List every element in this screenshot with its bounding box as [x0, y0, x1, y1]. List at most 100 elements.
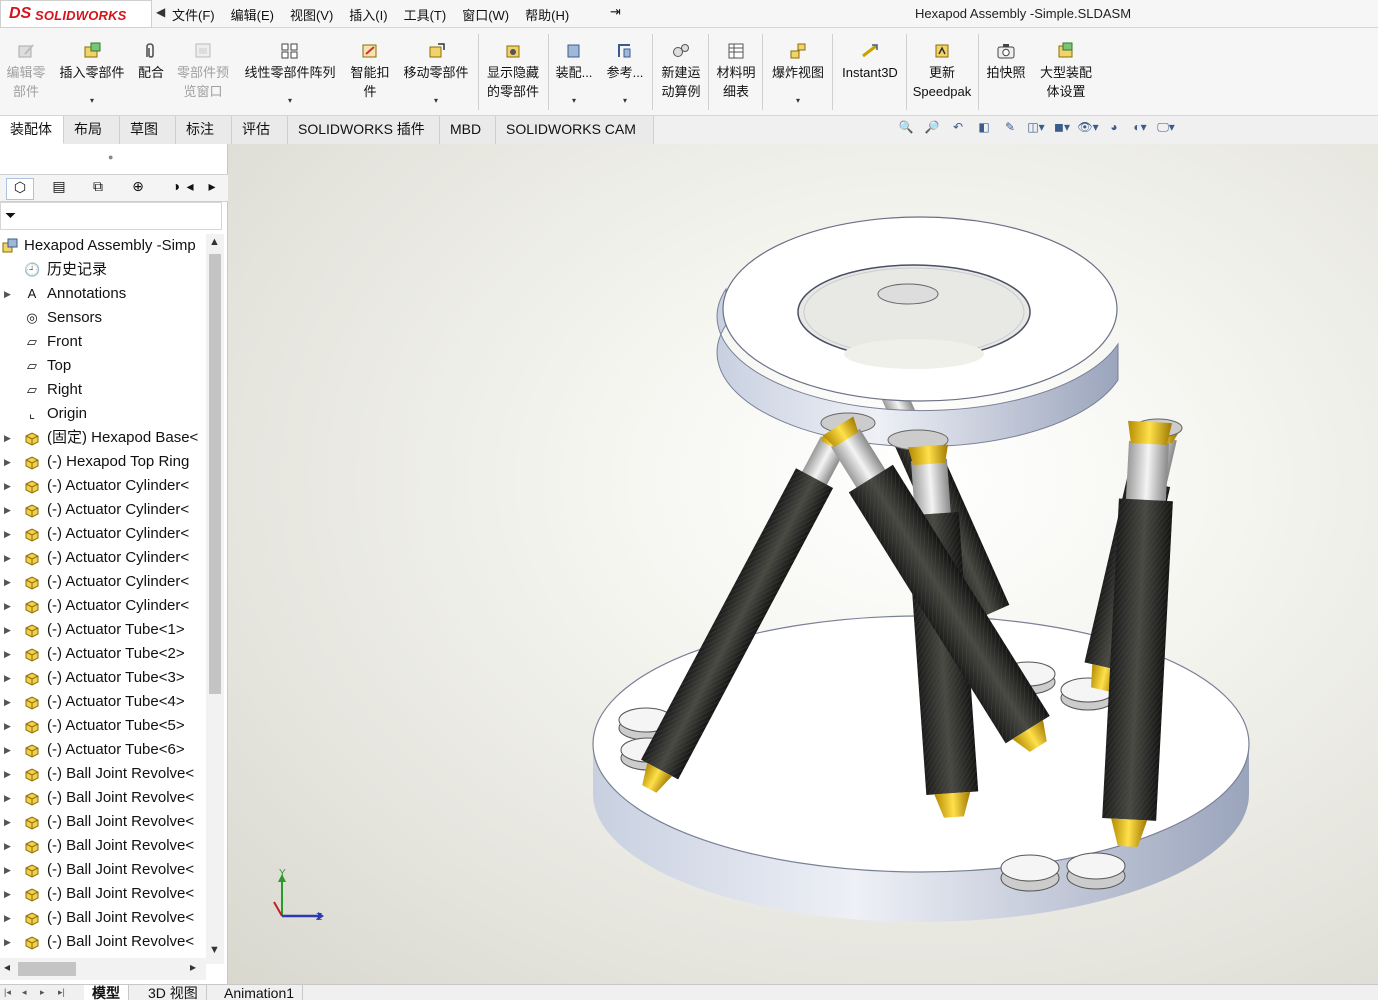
zoom-to-fit-icon[interactable]: 🔍 — [893, 120, 919, 140]
tab-animation1[interactable]: Animation1 — [216, 985, 304, 1000]
tab-sketch[interactable]: 草图 — [120, 116, 176, 144]
scroll-right-icon[interactable]: ▸ — [190, 960, 196, 974]
insert-component-button[interactable]: 插入零部件 ▾ — [54, 28, 130, 116]
expand-arrow-icon[interactable]: ▶ — [4, 882, 11, 906]
tree-item[interactable]: ▶ (固定) Hexapod Base< — [0, 426, 206, 450]
tree-item[interactable]: ▶ (-) Actuator Cylinder< — [0, 594, 206, 618]
tab-model[interactable]: 模型 — [84, 985, 129, 1000]
menu-expand-arrow-icon[interactable]: ◀ — [156, 5, 165, 19]
expand-arrow-icon[interactable]: ▶ — [4, 474, 11, 498]
menu-file[interactable]: 文件(F) — [172, 5, 215, 24]
section-view-icon[interactable]: ◧ — [971, 120, 997, 140]
scroll-thumb[interactable] — [18, 962, 76, 976]
scroll-tabs-left-icon[interactable]: ◂ — [180, 178, 200, 200]
dynamic-annotation-icon[interactable]: ✎ — [997, 120, 1023, 140]
tab-3d-views[interactable]: 3D 视图 — [140, 985, 207, 1000]
tab-assembly[interactable]: 装配体 — [0, 116, 64, 144]
expand-arrow-icon[interactable]: ▶ — [4, 618, 11, 642]
expand-arrow-icon[interactable]: ▶ — [4, 738, 11, 762]
scroll-left-icon[interactable]: ◂ — [4, 960, 10, 974]
previous-tab-icon[interactable]: ◂ — [22, 987, 27, 998]
tree-item[interactable]: ▶ (-) Ball Joint Revolve< — [0, 834, 206, 858]
tab-layout[interactable]: 布局 — [64, 116, 120, 144]
edit-appearance-icon[interactable]: ◕ — [1101, 120, 1127, 140]
expand-arrow-icon[interactable]: ▶ — [4, 282, 11, 306]
tree-item[interactable]: ▶ (-) Actuator Cylinder< — [0, 474, 206, 498]
scroll-tabs-right-icon[interactable]: ▸ — [202, 178, 222, 200]
tree-item[interactable]: ▱ Front — [0, 330, 206, 354]
view-settings-icon[interactable]: 🖵▾ — [1153, 120, 1179, 140]
expand-arrow-icon[interactable]: ▶ — [4, 834, 11, 858]
component-preview-button[interactable]: 零部件预 览窗口 — [172, 28, 234, 116]
expand-arrow-icon[interactable]: ▶ — [4, 714, 11, 738]
expand-arrow-icon[interactable]: ▶ — [4, 546, 11, 570]
hexapod-top-ring[interactable] — [716, 216, 1119, 448]
tree-item[interactable]: ▶ (-) Hexapod Top Ring — [0, 450, 206, 474]
configurationmanager-tab-icon[interactable]: ⧉ — [84, 178, 112, 200]
tree-item[interactable]: ▶ (-) Actuator Tube<3> — [0, 666, 206, 690]
propertymanager-tab-icon[interactable]: ▤ — [45, 178, 73, 200]
tree-item[interactable]: ▶ (-) Actuator Cylinder< — [0, 498, 206, 522]
pin-menu-icon[interactable]: ⇥ — [610, 4, 621, 20]
tree-item[interactable]: ▶ (-) Ball Joint Revolve< — [0, 930, 206, 954]
tree-item[interactable]: ▶ (-) Actuator Tube<5> — [0, 714, 206, 738]
expand-arrow-icon[interactable]: ▶ — [4, 690, 11, 714]
scroll-down-icon[interactable]: ▼ — [209, 944, 220, 956]
view-orientation-icon[interactable]: ◫▾ — [1023, 120, 1049, 140]
next-tab-icon[interactable]: ▸ — [40, 987, 45, 998]
expand-arrow-icon[interactable]: ▶ — [4, 810, 11, 834]
hexapod-model[interactable]: Y Z — [228, 144, 1378, 984]
tree-item[interactable]: ▶ (-) Ball Joint Revolve< — [0, 762, 206, 786]
reference-geometry-button[interactable]: 参考... ▾ — [602, 28, 648, 116]
expand-arrow-icon[interactable]: ▶ — [4, 522, 11, 546]
tab-markup[interactable]: 标注 — [176, 116, 232, 144]
tab-solidworks-addins[interactable]: SOLIDWORKS 插件 — [288, 116, 440, 144]
expand-arrow-icon[interactable]: ▶ — [4, 498, 11, 522]
expand-arrow-icon[interactable]: ▶ — [4, 930, 11, 954]
tree-item[interactable]: ◎ Sensors — [0, 306, 206, 330]
tree-item[interactable]: ▶ (-) Actuator Cylinder< — [0, 570, 206, 594]
scroll-up-icon[interactable]: ▲ — [209, 236, 220, 248]
tree-item[interactable]: ▶ (-) Actuator Cylinder< — [0, 522, 206, 546]
tree-item[interactable]: ▶ (-) Actuator Cylinder< — [0, 546, 206, 570]
tree-vertical-scrollbar[interactable]: ▲ ▼ — [206, 234, 224, 964]
display-style-icon[interactable]: ◼▾ — [1049, 120, 1075, 140]
tab-mbd[interactable]: MBD — [440, 116, 496, 144]
instant3d-button[interactable]: Instant3D — [836, 28, 904, 116]
menu-view[interactable]: 视图(V) — [290, 5, 333, 24]
apply-scene-icon[interactable]: ◐▾ — [1127, 120, 1153, 140]
large-assembly-settings-button[interactable]: 大型装配 体设置 — [1034, 28, 1098, 116]
first-tab-icon[interactable]: |◂ — [4, 987, 11, 998]
expand-arrow-icon[interactable]: ▶ — [4, 762, 11, 786]
tree-item[interactable]: ▶ (-) Actuator Tube<4> — [0, 690, 206, 714]
tree-horizontal-scrollbar[interactable]: ◂ ▸ — [0, 958, 206, 980]
menu-tools[interactable]: 工具(T) — [404, 5, 447, 24]
menu-edit[interactable]: 编辑(E) — [231, 5, 274, 24]
tree-item[interactable]: 🕘 历史记录 — [0, 258, 206, 282]
tree-filter[interactable]: ⏷ — [0, 202, 222, 230]
tree-item[interactable]: ▶ (-) Ball Joint Revolve< — [0, 906, 206, 930]
update-speedpak-button[interactable]: 更新 Speedpak — [910, 28, 974, 116]
expand-arrow-icon[interactable]: ▶ — [4, 450, 11, 474]
expand-arrow-icon[interactable]: ▶ — [4, 594, 11, 618]
last-tab-icon[interactable]: ▸| — [58, 987, 65, 998]
tree-item[interactable]: ▶ (-) Actuator Tube<1> — [0, 618, 206, 642]
assembly-button[interactable]: 装配... ▾ — [552, 28, 596, 116]
tree-item[interactable]: ▶ (-) Ball Joint Revolve< — [0, 858, 206, 882]
tree-item[interactable]: ▶ (-) Ball Joint Revolve< — [0, 786, 206, 810]
tab-solidworks-cam[interactable]: SOLIDWORKS CAM — [496, 116, 654, 144]
tree-item[interactable]: ▶ (-) Actuator Tube<6> — [0, 738, 206, 762]
tree-item[interactable]: ▱ Top — [0, 354, 206, 378]
featuremanager-tab-icon[interactable]: ⬡ — [6, 178, 34, 200]
hide-show-items-icon[interactable]: 👁▾ — [1075, 120, 1101, 140]
expand-arrow-icon[interactable]: ▶ — [4, 642, 11, 666]
scroll-thumb[interactable] — [209, 254, 221, 694]
menu-window[interactable]: 窗口(W) — [462, 5, 509, 24]
expand-arrow-icon[interactable]: ▶ — [4, 426, 11, 450]
solidworks-logo[interactable]: DS SOLIDWORKS — [0, 0, 152, 28]
tree-item[interactable]: ⌞ Origin — [0, 402, 206, 426]
tree-item[interactable]: ▶ (-) Ball Joint Revolve< — [0, 882, 206, 906]
dimxpertmanager-tab-icon[interactable]: ⊕ — [124, 178, 152, 200]
tab-evaluate[interactable]: 评估 — [232, 116, 288, 144]
tree-item[interactable]: ▶ A Annotations — [0, 282, 206, 306]
